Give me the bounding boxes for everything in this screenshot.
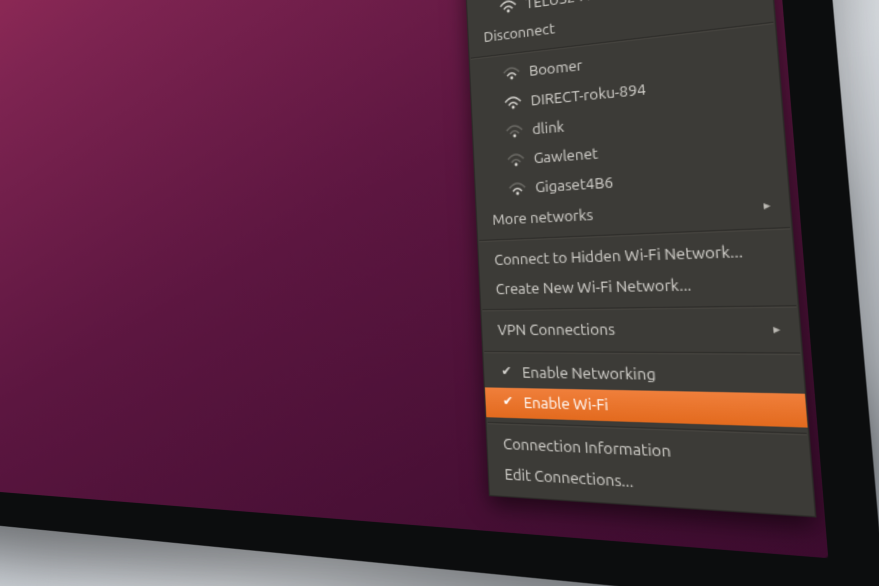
submenu-arrow-icon: ▸ (773, 322, 781, 338)
wifi-ssid-label: Gigaset4B6 (535, 174, 614, 197)
wifi-ssid-label: TELUS2410 (525, 0, 601, 13)
checkmark-icon: ✔ (499, 364, 513, 380)
more-networks-item[interactable]: More networks ▸ (477, 189, 791, 235)
enable-wifi-item[interactable]: ✔ Enable Wi-Fi (485, 387, 808, 428)
create-wifi-network-item[interactable]: Create New Wi-Fi Network... (480, 267, 798, 305)
more-networks-label: More networks (492, 206, 594, 229)
connect-hidden-wifi-item[interactable]: Connect to Hidden Wi-Fi Network... (478, 234, 794, 275)
menu-separator (479, 227, 790, 242)
menu-separator (482, 305, 796, 311)
submenu-arrow-icon: ▸ (763, 198, 771, 214)
menu-separator (488, 422, 807, 436)
checkmark-icon: ✔ (501, 395, 515, 411)
menu-separator (471, 22, 774, 60)
laptop: En 1:38 PM (0, 0, 879, 586)
vpn-label: VPN Connections (497, 321, 615, 340)
enable-networking-item[interactable]: ✔ Enable Networking (484, 357, 805, 393)
wifi-network-item[interactable]: Gigaset4B6 (475, 156, 788, 206)
wifi-signal-icon (507, 153, 525, 168)
wifi-network-item[interactable]: Boomer (470, 29, 778, 92)
enable-networking-label: Enable Networking (522, 363, 657, 384)
connection-information-item[interactable]: Connection Information (487, 429, 812, 476)
wifi-network-item[interactable]: Gawlenet (474, 124, 786, 177)
vpn-connections-item[interactable]: VPN Connections ▸ (482, 313, 802, 347)
enable-wifi-label: Enable Wi-Fi (523, 394, 609, 415)
wifi-ssid-label: DIRECT-roku-894 (530, 80, 646, 110)
wifi-connected-item[interactable]: TELUS2410 (467, 0, 772, 26)
wifi-signal-icon (502, 66, 520, 81)
desktop-screen: En 1:38 PM (0, 0, 828, 558)
wifi-signal-icon (499, 0, 517, 14)
network-menu-dropdown: Ethernet Network disconnected Wi-Fi Netw… (462, 0, 817, 517)
menu-separator (484, 350, 800, 354)
wifi-ssid-label: Boomer (529, 57, 583, 81)
wifi-network-item[interactable]: dlink (473, 92, 783, 149)
wifi-ssid-label: dlink (532, 118, 565, 139)
wifi-signal-icon (505, 124, 523, 139)
wifi-signal-icon (504, 95, 522, 110)
wifi-signal-icon (508, 182, 526, 196)
wifi-ssid-label: Gawlenet (533, 145, 598, 168)
edit-connections-item[interactable]: Edit Connections... (488, 459, 814, 510)
wifi-disconnect-item[interactable]: Disconnect (468, 0, 774, 54)
